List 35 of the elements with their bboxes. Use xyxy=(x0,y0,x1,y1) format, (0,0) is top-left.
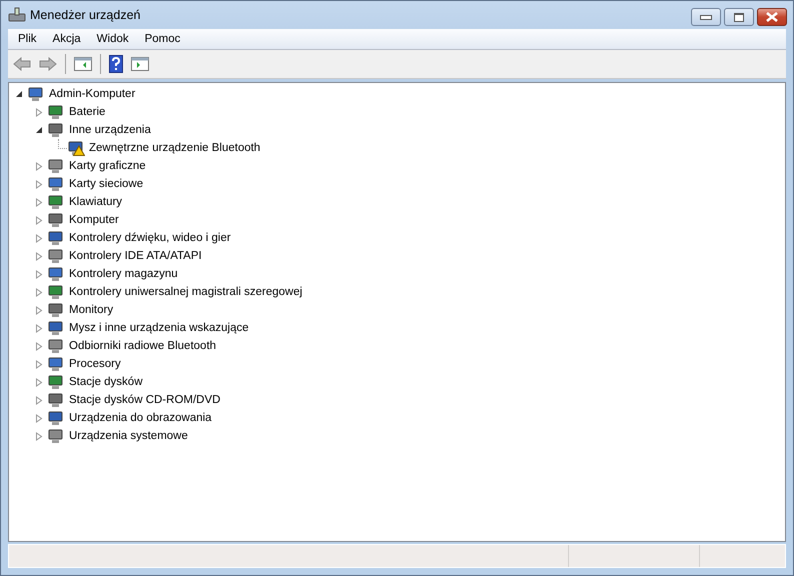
menu-item[interactable]: Pomoc xyxy=(136,31,188,47)
tree-item[interactable]: Karty sieciowe xyxy=(68,178,144,190)
menu-item[interactable]: Plik xyxy=(10,31,45,47)
expander-icon[interactable] xyxy=(15,90,23,98)
tree-item[interactable]: Inne urządzenia xyxy=(68,124,152,136)
tree-item[interactable]: Stacje dysków xyxy=(68,376,144,388)
tree-item[interactable]: Stacje dysków CD-ROM/DVD xyxy=(68,394,222,406)
tree-item[interactable]: Zewnętrzne urządzenie Bluetooth xyxy=(88,142,262,154)
computer-icon xyxy=(8,7,26,23)
tree-item[interactable]: Kontrolery magazynu xyxy=(68,268,179,280)
show-hide-tree-button[interactable] xyxy=(71,54,95,74)
maximize-button[interactable] xyxy=(724,8,754,26)
tree-item[interactable]: Mysz i inne urządzenia wskazujące xyxy=(68,322,250,334)
tree-item[interactable]: Kontrolery dźwięku, wideo i gier xyxy=(68,232,232,244)
properties-button[interactable] xyxy=(128,54,152,74)
tree-item[interactable]: Komputer xyxy=(68,214,120,226)
minimize-button[interactable] xyxy=(691,8,721,26)
close-button[interactable] xyxy=(757,8,787,26)
tree-item[interactable]: Admin-Komputer xyxy=(48,88,136,100)
tree-item[interactable]: Kontrolery IDE ATA/ATAPI xyxy=(68,250,203,262)
menu-item[interactable]: Widok xyxy=(88,31,137,47)
tree-item[interactable]: Karty graficzne xyxy=(68,160,147,172)
help-button[interactable] xyxy=(106,52,126,76)
tree-item[interactable]: Baterie xyxy=(68,106,106,118)
tree-item[interactable]: Kontrolery uniwersalnej magistrali szeregowej xyxy=(68,286,304,298)
tree-item[interactable]: Urządzenia systemowe xyxy=(68,430,189,442)
tree-item[interactable]: Monitory xyxy=(68,304,114,316)
tree-item[interactable]: Procesory xyxy=(68,358,122,370)
tree-item[interactable]: Urządzenia do obrazowania xyxy=(68,412,213,424)
expander-icon[interactable] xyxy=(35,126,43,134)
tree-item[interactable]: Klawiatury xyxy=(68,196,124,208)
window-title: Menedżer urządzeń xyxy=(30,8,140,22)
tree-item[interactable]: Odbiorniki radiowe Bluetooth xyxy=(68,340,218,352)
menu-item[interactable]: Akcja xyxy=(44,31,89,47)
close-icon xyxy=(765,12,779,22)
